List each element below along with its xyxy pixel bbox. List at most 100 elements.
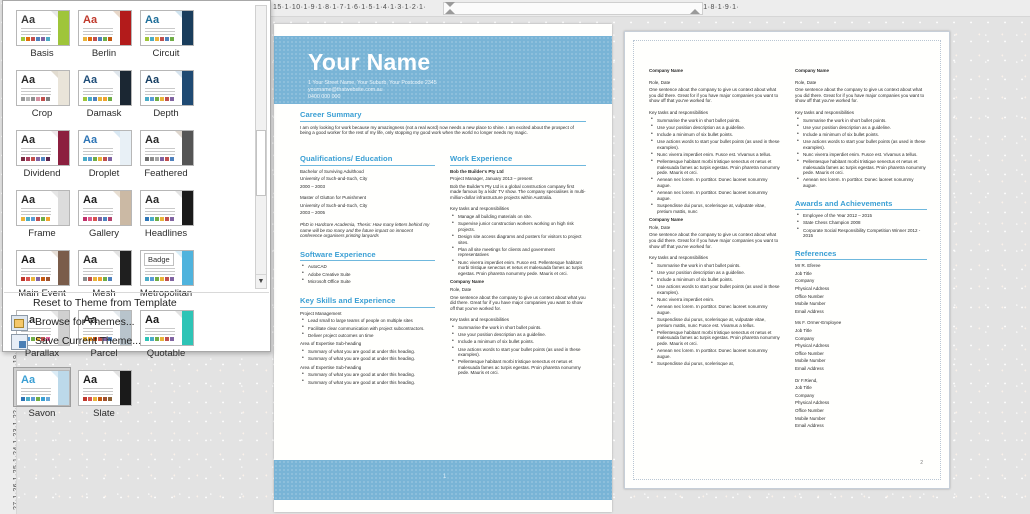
theme-thumbnail[interactable]: Aa — [137, 7, 195, 47]
page-fold-icon — [51, 371, 58, 378]
list-item: Suspendisse dui purus, scelerisque at, v… — [649, 203, 781, 214]
theme-item-basis[interactable]: Aa Basis — [11, 7, 73, 64]
theme-thumbnail-grid[interactable]: Aa Basis Aa Berlin Aa Circuit Aa Crop Aa Damask Aa… — [3, 1, 255, 419]
theme-color-swatches — [145, 277, 175, 281]
theme-thumbnail[interactable]: Aa — [13, 67, 71, 107]
theme-item-gallery[interactable]: Aa Gallery — [73, 187, 135, 244]
qualification-2-title: Master of Glutton for Punishment — [300, 195, 367, 201]
first-line-indent-marker[interactable] — [445, 2, 455, 7]
theme-thumbnail[interactable]: Aa — [13, 127, 71, 167]
theme-aa-sample: Aa — [21, 194, 36, 206]
theme-item-droplet[interactable]: Aa Droplet — [73, 127, 135, 184]
page1-right-column: Work Experience Bob the Builder's Pty Lt… — [450, 154, 586, 379]
theme-thumbnail[interactable]: Aa — [13, 7, 71, 47]
p2-left-job1-description: One sentence about the company to give u… — [649, 87, 779, 104]
theme-line-preview — [145, 28, 175, 37]
theme-thumbnail[interactable]: Aa — [75, 7, 133, 47]
reference-1-line: Office Number — [795, 293, 824, 299]
p2-right-job-tasks-label: Key tasks and responsibilities — [795, 109, 855, 115]
page-fold-icon — [113, 191, 120, 198]
theme-thumbnail[interactable]: Aa — [75, 247, 133, 287]
theme-thumbnail[interactable]: Aa — [75, 67, 133, 107]
theme-accent-bar — [120, 131, 131, 165]
theme-thumbnail[interactable]: Aa — [75, 187, 133, 227]
reference-2-line: Mobile Number — [795, 358, 826, 364]
theme-item-slate[interactable]: Aa Slate — [73, 367, 135, 424]
theme-name-label: Headlines — [144, 228, 188, 239]
theme-item-circuit[interactable]: Aa Circuit — [135, 7, 197, 64]
theme-name-label: Crop — [31, 108, 53, 119]
job2-role: Role, Date — [450, 286, 472, 292]
reference-2-line: Company — [795, 335, 815, 341]
reference-3-name: Dr F.Riend, — [795, 377, 818, 383]
theme-item-feathered[interactable]: Aa Feathered — [135, 127, 197, 184]
page-fold-icon — [175, 71, 182, 78]
theme-thumbnail[interactable]: Aa — [75, 127, 133, 167]
qualification-2-university: University of Such-and-Such, City — [300, 202, 368, 208]
theme-color-swatches — [83, 397, 113, 401]
reference-2-line: Office Number — [795, 350, 824, 356]
theme-item-berlin[interactable]: Aa Berlin — [73, 7, 135, 64]
theme-item-damask[interactable]: Aa Damask — [73, 67, 135, 124]
document-page-1[interactable]: Your Name 1 Your Street Name, Your Subur… — [274, 24, 612, 512]
list-item: State Chess Champion 2008 — [795, 220, 927, 226]
theme-gallery-menu[interactable]: Reset to Theme from Template Browse for … — [3, 294, 270, 351]
p2-left-job1-company: Company Name — [649, 68, 684, 73]
theme-aa-sample: Aa — [83, 194, 98, 206]
theme-line-preview — [21, 208, 51, 217]
reference-3-line: Job Title — [795, 385, 812, 391]
theme-thumbnail[interactable]: Badge — [137, 247, 195, 287]
menu-label: Browse for Themes... — [35, 316, 135, 328]
software-experience-section: Software Experience AutoCAD Adobe Creati… — [300, 250, 435, 284]
theme-line-preview — [21, 148, 51, 157]
chevron-down-icon[interactable]: ▼ — [256, 274, 266, 288]
job2-tasks-label: Key tasks and responsibilities — [450, 317, 510, 323]
document-page-2[interactable]: Company Name Role, Date One sentence abo… — [624, 31, 950, 489]
theme-item-crop[interactable]: Aa Crop — [11, 67, 73, 124]
theme-item-dividend[interactable]: Aa Dividend — [11, 127, 73, 184]
theme-thumbnail[interactable]: Aa — [137, 127, 195, 167]
left-indent-marker[interactable] — [445, 9, 455, 14]
list-item: Corporate Social Responsibility Competit… — [795, 227, 927, 239]
theme-gallery-scrollbar[interactable]: ▼ — [255, 5, 267, 289]
list-item: Include a minimum of six bullet points. — [450, 339, 586, 345]
theme-line-preview — [21, 28, 51, 37]
theme-thumbnail[interactable]: Aa — [137, 67, 195, 107]
reference-1-line: Physical Address — [795, 286, 830, 291]
list-item: Include a minimum of six bullet points. — [649, 277, 781, 283]
list-item: Summary of what you are good at under th… — [300, 372, 435, 378]
theme-thumbnail[interactable]: Aa — [13, 247, 71, 287]
list-item: Summary of what you are good at under th… — [300, 356, 435, 362]
theme-item-frame[interactable]: Aa Frame — [11, 187, 73, 244]
menu-item-browse-for-themes[interactable]: Browse for Themes... — [3, 313, 270, 332]
menu-item-save-current-theme[interactable]: Save Current Theme... — [3, 332, 270, 351]
p2-left-job2-role: Role, Date — [649, 224, 671, 230]
menu-item-reset-to-theme[interactable]: Reset to Theme from Template — [3, 294, 270, 313]
theme-thumbnail[interactable]: Aa — [13, 187, 71, 227]
theme-thumbnail[interactable]: Aa — [75, 367, 133, 407]
software-experience-heading: Software Experience — [300, 250, 435, 262]
list-item: Supervise junior construction workers wo… — [450, 221, 586, 232]
theme-line-preview — [83, 208, 113, 217]
awards-section: Awards and Achievements Employee of the … — [795, 199, 927, 239]
theme-aa-sample: Aa — [83, 374, 98, 386]
career-summary-body: I am only looking for work because my am… — [300, 124, 574, 136]
page-fold-icon — [113, 131, 120, 138]
theme-color-swatches — [145, 97, 175, 101]
list-item: Summarise the work in short bullet point… — [649, 117, 781, 124]
theme-item-headlines[interactable]: Aa Headlines — [135, 187, 197, 244]
list-item: Use actions words to start your bullet p… — [795, 139, 927, 150]
theme-color-swatches — [83, 277, 113, 281]
resume-phone: 0400 000 000 — [308, 94, 341, 100]
theme-thumbnail[interactable]: Aa — [13, 367, 71, 407]
scrollbar-thumb[interactable] — [256, 130, 266, 196]
page-fold-icon — [175, 251, 182, 258]
theme-item-depth[interactable]: Aa Depth — [135, 67, 197, 124]
theme-color-swatches — [145, 217, 175, 221]
right-indent-marker[interactable] — [690, 9, 700, 14]
theme-item-savon[interactable]: Aa Savon — [11, 367, 73, 424]
theme-gallery-dropdown[interactable]: Aa Basis Aa Berlin Aa Circuit Aa Crop Aa Damask Aa… — [2, 0, 271, 419]
theme-name-label: Droplet — [88, 168, 120, 179]
key-skills-list-2: Summary of what you are good at under th… — [300, 349, 435, 362]
theme-thumbnail[interactable]: Aa — [137, 187, 195, 227]
